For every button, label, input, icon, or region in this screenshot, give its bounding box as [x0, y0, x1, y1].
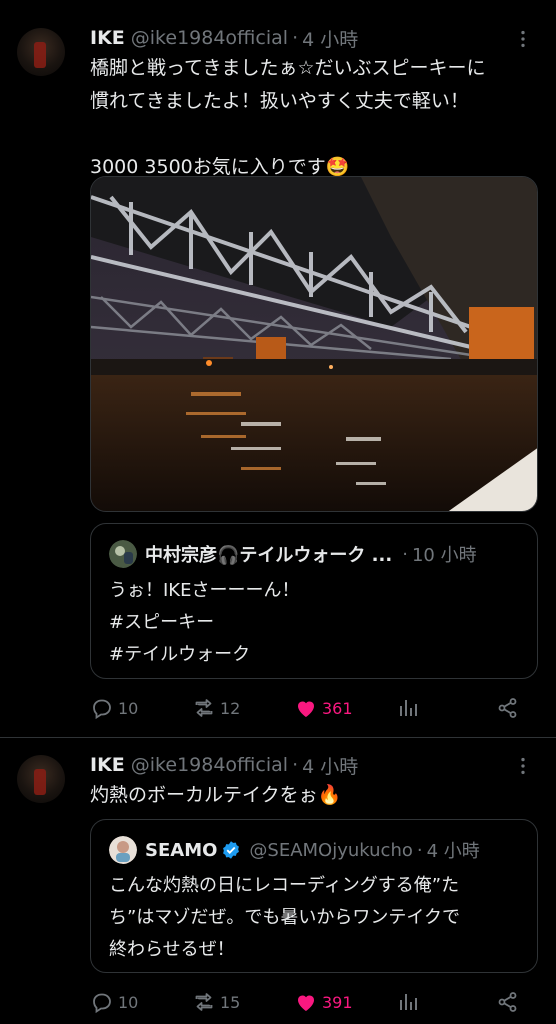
- author-name[interactable]: IKE: [90, 27, 125, 49]
- quoted-author-avatar[interactable]: [109, 540, 137, 568]
- views-button[interactable]: [396, 987, 424, 1017]
- tweet-header: IKE @ike1984official · 4 小時: [90, 752, 358, 778]
- quoted-tweet[interactable]: SEAMO @SEAMOjyukucho · 4 小時 こんな灼熱の日にレコーデ…: [90, 819, 538, 973]
- author-handle[interactable]: @ike1984official: [131, 27, 288, 49]
- more-icon[interactable]: [512, 28, 534, 50]
- quoted-tweet-text: うぉ！IKEさーーーん！ #スピーキー #テイルウォーク: [109, 580, 300, 665]
- quoted-tweet[interactable]: 中村宗彦🎧テイルウォーク ... · 10 小時 うぉ！IKEさーーーん！ #ス…: [90, 523, 538, 679]
- author-handle[interactable]: @ike1984official: [131, 754, 288, 776]
- separator-dot: ·: [416, 839, 423, 861]
- tweet-image[interactable]: [90, 176, 538, 512]
- quoted-timestamp[interactable]: 10 小時: [412, 541, 477, 567]
- quoted-author-avatar[interactable]: [109, 836, 137, 864]
- like-count: 361: [322, 698, 353, 718]
- separator-dot: ·: [292, 27, 299, 49]
- separator-dot: ·: [292, 754, 299, 776]
- heart-icon: [298, 995, 314, 1011]
- like-button[interactable]: 391: [294, 987, 353, 1017]
- share-icon: [498, 698, 517, 718]
- reply-button[interactable]: 10: [90, 693, 138, 723]
- bridge-night-photo: [91, 177, 537, 511]
- quoted-author-name[interactable]: 中村宗彦🎧テイルウォーク ...: [145, 541, 392, 567]
- timestamp[interactable]: 4 小時: [302, 752, 358, 779]
- tweet-text: 橋脚と戦ってきましたぁ☆だいぶスピーキーに 慣れてきましたよ！扱いやすく丈夫で軽…: [90, 57, 486, 178]
- share-button[interactable]: [496, 987, 524, 1017]
- heart-icon: [298, 701, 314, 717]
- reply-button[interactable]: 10: [90, 987, 138, 1017]
- retweet-button[interactable]: 15: [192, 987, 240, 1017]
- tweet-header: IKE @ike1984official · 4 小時: [90, 25, 358, 51]
- verified-badge-icon: [223, 841, 240, 859]
- quoted-author-name[interactable]: SEAMO: [145, 840, 217, 861]
- tweet-actions: 10 12 361: [90, 693, 530, 723]
- tweet[interactable]: IKE @ike1984official · 4 小時 橋脚と戦ってきましたぁ☆…: [0, 0, 556, 738]
- share-button[interactable]: [496, 693, 524, 723]
- author-name[interactable]: IKE: [90, 754, 125, 776]
- share-icon: [498, 992, 517, 1012]
- quoted-tweet-header: SEAMO @SEAMOjyukucho · 4 小時: [109, 836, 480, 864]
- tweet[interactable]: IKE @ike1984official · 4 小時 灼熱のボーカルテイクをぉ…: [0, 739, 556, 1024]
- timestamp[interactable]: 4 小時: [302, 25, 358, 52]
- tweet-text: 灼熱のボーカルテイクをぉ🔥: [90, 784, 342, 806]
- reply-icon: [93, 993, 111, 1014]
- retweet-count: 12: [220, 698, 241, 718]
- tweet-actions: 10 15 391: [90, 987, 530, 1017]
- analytics-icon: [400, 700, 417, 716]
- views-button[interactable]: [396, 693, 424, 723]
- like-button[interactable]: 361: [294, 693, 353, 723]
- more-icon[interactable]: [512, 755, 534, 777]
- quoted-timestamp[interactable]: 4 小時: [427, 837, 480, 863]
- reply-icon: [93, 699, 111, 720]
- retweet-icon: [195, 699, 213, 717]
- quoted-tweet-header: 中村宗彦🎧テイルウォーク ... · 10 小時: [109, 540, 477, 568]
- reply-count: 10: [118, 992, 139, 1012]
- retweet-count: 15: [220, 992, 241, 1012]
- avatar[interactable]: [17, 28, 65, 76]
- avatar[interactable]: [17, 755, 65, 803]
- analytics-icon: [400, 994, 417, 1010]
- reply-count: 10: [118, 698, 139, 718]
- like-count: 391: [322, 992, 353, 1012]
- separator-dot: ·: [402, 543, 408, 565]
- retweet-button[interactable]: 12: [192, 693, 240, 723]
- retweet-icon: [195, 993, 213, 1011]
- quoted-author-handle[interactable]: @SEAMOjyukucho: [249, 840, 412, 861]
- quoted-tweet-text: こんな灼熱の日にレコーディングする俺”た ち”はマゾだぜ。でも暑いからワンテイク…: [109, 875, 460, 960]
